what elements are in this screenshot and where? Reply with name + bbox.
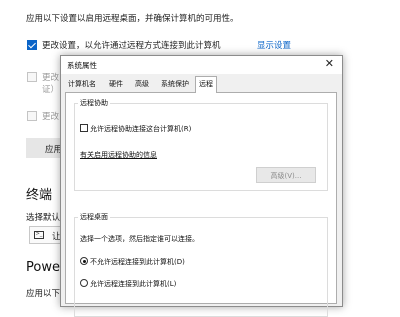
terminal-description: 选择默认 [26,213,61,223]
allow-remote-label: 允许远程连接到此计算机(L) [90,280,177,288]
dialog-title: 系统属性 [67,61,97,70]
dialog-tabs: 计算机名 硬件 高级 系统保护 远程 [61,76,342,93]
tab-computer-name[interactable]: 计算机名 [65,78,99,91]
tab-advanced[interactable]: 高级 [132,78,152,91]
change-setting-checkbox-1[interactable] [27,40,37,50]
deny-remote-label: 不允许远程连接到此计算机(D) [90,258,185,266]
terminal-icon: >_ [34,231,44,239]
dialog-titlebar[interactable]: 系统属性 ✕ [61,56,342,74]
remote-desktop-group [74,217,328,317]
tab-remote[interactable]: 远程 [195,76,217,93]
change-setting-checkbox-2[interactable] [27,72,37,82]
allow-remote-radio[interactable] [80,279,88,287]
intro-text: 应用以下设置以启用远程桌面，并确保计算机的可用性。 [26,14,239,24]
allow-remote-assistance-label: 允许远程协助连接这台计算机(R) [90,125,192,133]
remote-desktop-group-title: 远程桌面 [78,212,110,222]
change-setting-label-3: 更改 [42,112,60,122]
change-setting-label-2b: 证） [42,85,60,95]
change-setting-label-1: 更改设置，以允许通过远程方式连接到此计算机 [42,41,221,51]
powershell-description: 应用以下 [26,289,61,299]
show-settings-link[interactable]: 显示设置 [257,39,291,51]
change-setting-label-2a: 更改 [42,73,60,83]
remote-tab-panel: 远程协助 允许远程协助连接这台计算机(R) 有关启用远程协助的信息 高级(V).… [65,92,337,317]
remote-assistance-info-link[interactable]: 有关启用远程协助的信息 [80,150,157,160]
advanced-button-label: 高级(V)... [270,172,302,180]
tab-hardware[interactable]: 硬件 [106,78,126,91]
system-properties-dialog: 系统属性 ✕ 计算机名 硬件 高级 系统保护 远程 远程协助 允许远程协助连接这… [60,55,343,317]
allow-remote-assistance-checkbox[interactable] [80,124,88,132]
tab-system-protection[interactable]: 系统保护 [158,78,192,91]
change-setting-checkbox-3[interactable] [27,111,37,121]
close-icon[interactable]: ✕ [325,58,334,70]
terminal-heading: 终端 [26,188,53,203]
remote-desktop-instruction: 选择一个选项，然后指定谁可以连接。 [80,235,199,243]
advanced-button[interactable]: 高级(V)... [256,167,316,183]
deny-remote-radio[interactable] [80,257,88,265]
remote-assistance-group-title: 远程协助 [78,98,110,108]
